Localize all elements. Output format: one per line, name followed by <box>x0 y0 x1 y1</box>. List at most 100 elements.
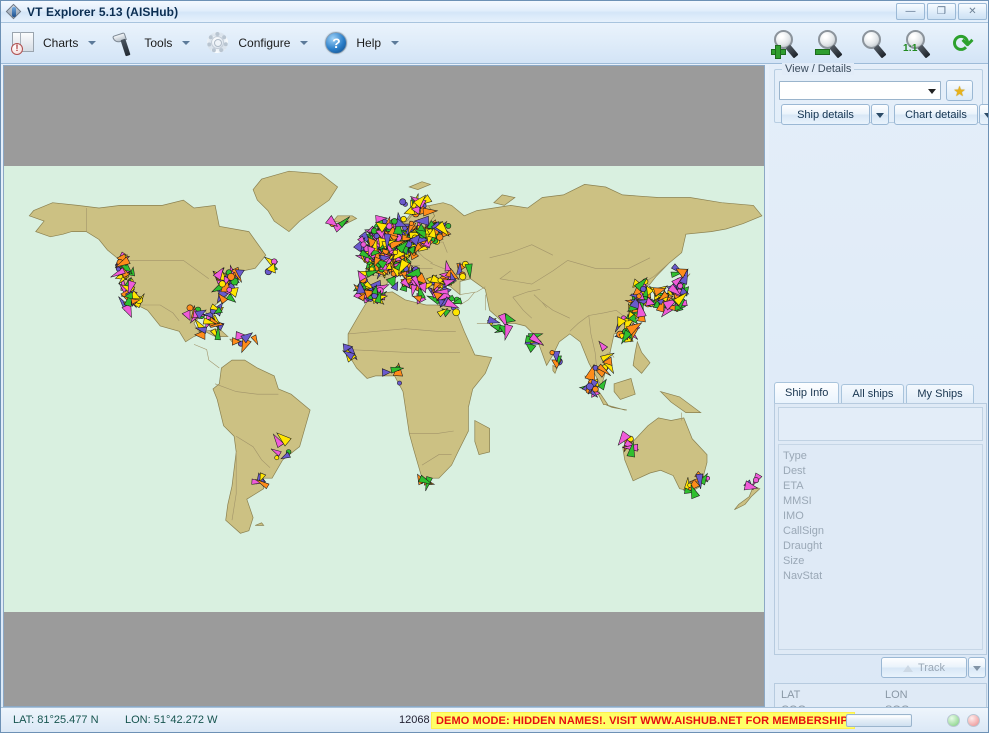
charts-chevron-down-icon[interactable] <box>84 35 100 51</box>
tools-chevron-down-icon[interactable] <box>178 35 194 51</box>
favorite-button[interactable]: ★ <box>946 80 973 101</box>
vessel-marker[interactable] <box>445 223 452 229</box>
field-navstat: NavStat <box>783 570 823 582</box>
tab-my-ships[interactable]: My Ships <box>906 384 974 403</box>
vessel-marker[interactable] <box>400 215 407 223</box>
zoom-actual-size-button[interactable]: 1:1 <box>900 27 940 61</box>
maximize-icon: ❐ <box>937 5 946 17</box>
vessel-marker[interactable] <box>227 273 235 281</box>
ship-details-button[interactable]: Ship details <box>781 104 870 125</box>
map-canvas[interactable] <box>3 65 765 707</box>
vessel-marker[interactable] <box>250 334 260 346</box>
vessel-marker[interactable] <box>677 282 684 289</box>
landmass <box>613 378 636 400</box>
help-label: Help <box>356 36 382 50</box>
track-button-label: Track <box>917 661 946 674</box>
landmass <box>347 291 493 479</box>
zoom-in-button[interactable] <box>768 27 808 61</box>
ship-name-field[interactable] <box>778 407 983 441</box>
landmass <box>212 359 311 534</box>
vessel-marker[interactable] <box>592 365 599 371</box>
help-chevron-down-icon[interactable] <box>387 35 403 51</box>
chart-details-dropdown-icon[interactable] <box>979 104 988 125</box>
vessel-marker[interactable] <box>437 277 443 283</box>
zoom-out-button[interactable] <box>812 27 852 61</box>
configure-label: Configure <box>238 36 291 50</box>
ship-field-list: Type Dest ETA MMSI IMO CallSign Draught … <box>778 444 983 650</box>
zoom-in-icon <box>772 29 804 59</box>
vessel-marker[interactable] <box>399 198 407 206</box>
field-type: Type <box>783 450 807 462</box>
status-led-red-icon <box>967 714 980 727</box>
ship-details-dropdown-icon[interactable] <box>871 104 889 125</box>
refresh-button[interactable]: ⟳ <box>944 27 984 61</box>
vessel-marker[interactable] <box>391 218 398 225</box>
charts-label: Charts <box>43 36 79 50</box>
nav-row-lat-lon: LAT LON <box>781 688 981 703</box>
field-size: Size <box>783 555 805 567</box>
vessel-marker[interactable] <box>382 218 388 225</box>
landmass <box>252 170 339 233</box>
status-latitude: LAT: 81°25.477 N <box>13 714 99 726</box>
toolbar-item-charts[interactable]: Charts <box>1 25 102 61</box>
zoom-button[interactable] <box>856 27 896 61</box>
tab-all-ships[interactable]: All ships <box>841 384 905 403</box>
zoom-out-icon <box>816 29 848 59</box>
vessel-marker[interactable] <box>226 287 233 293</box>
close-button[interactable]: ✕ <box>958 3 987 20</box>
track-dropdown-icon[interactable] <box>968 657 986 678</box>
gear-icon <box>204 29 232 57</box>
vessel-marker[interactable] <box>218 280 226 288</box>
status-progress-bar <box>846 714 912 727</box>
tab-ship-info[interactable]: Ship Info <box>774 382 840 403</box>
country-border <box>459 286 486 295</box>
vessel-marker[interactable] <box>115 266 121 272</box>
landmass <box>632 340 651 374</box>
vessel-marker[interactable] <box>408 220 414 226</box>
landmass <box>255 522 265 526</box>
vessel-marker[interactable] <box>360 241 367 248</box>
vessel-marker[interactable] <box>459 273 467 281</box>
landmass <box>493 194 516 206</box>
track-controls: Track <box>774 657 987 680</box>
map-void-top <box>4 66 764 166</box>
maximize-button[interactable]: ❐ <box>927 3 956 20</box>
status-led-green-icon <box>947 714 960 727</box>
map-void-bottom <box>4 612 764 706</box>
toolbar-item-configure[interactable]: Configure <box>196 25 314 61</box>
help-icon: ? <box>322 29 350 57</box>
close-icon: ✕ <box>968 5 977 17</box>
minimize-button[interactable]: — <box>896 3 925 20</box>
vessel-marker[interactable] <box>392 249 399 255</box>
view-details-combo[interactable] <box>779 81 941 100</box>
vessel-marker[interactable] <box>274 455 280 461</box>
track-button[interactable]: Track <box>881 657 967 678</box>
vessel-marker[interactable] <box>592 386 599 393</box>
chart-details-button[interactable]: Chart details <box>894 104 978 125</box>
field-eta: ETA <box>783 480 804 492</box>
vessel-marker[interactable] <box>436 233 444 241</box>
vessel-marker[interactable] <box>640 285 647 293</box>
vessel-marker[interactable] <box>636 293 642 299</box>
charts-icon <box>9 29 37 57</box>
vessel-marker[interactable] <box>452 308 461 317</box>
field-draught: Draught <box>783 540 823 552</box>
track-arrow-icon <box>902 663 915 673</box>
combo-chevron-down-icon[interactable] <box>928 89 936 94</box>
refresh-icon: ⟳ <box>952 29 974 58</box>
vessel-marker[interactable] <box>397 380 402 386</box>
vessel-marker[interactable] <box>549 350 555 356</box>
field-mmsi: MMSI <box>783 495 812 507</box>
field-imo: IMO <box>783 510 804 522</box>
ship-info-panel: Type Dest ETA MMSI IMO CallSign Draught … <box>774 403 987 655</box>
configure-chevron-down-icon[interactable] <box>296 35 312 51</box>
country-border <box>193 344 220 369</box>
details-panel: View / Details ★ Ship details Chart deta… <box>769 63 988 732</box>
ship-tabs: Ship Info All ships My Ships <box>774 382 987 403</box>
status-vessel-count: 12068 <box>399 714 430 726</box>
vessel-marker[interactable] <box>752 477 759 484</box>
toolbar-item-help[interactable]: ? Help <box>314 25 405 61</box>
status-longitude: LON: 51°42.272 W <box>125 714 218 726</box>
toolbar-item-tools[interactable]: Tools <box>102 25 196 61</box>
field-dest: Dest <box>783 465 806 477</box>
